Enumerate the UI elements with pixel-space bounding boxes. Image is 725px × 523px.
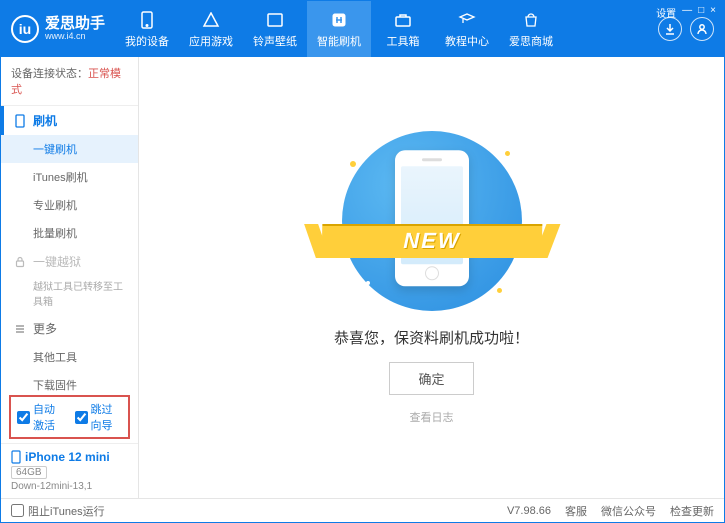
ribbon-text: NEW [403, 228, 461, 254]
nav-store[interactable]: 爱思商城 [499, 1, 563, 57]
store-icon [521, 10, 541, 30]
logo: iu 爱思助手 www.i4.cn [1, 15, 115, 43]
nav-flash[interactable]: 智能刷机 [307, 1, 371, 57]
download-button[interactable] [658, 17, 682, 41]
connection-status: 设备连接状态：正常模式 [1, 57, 138, 106]
settings-text[interactable]: 设置 [656, 5, 676, 20]
device-phone-icon [11, 450, 21, 464]
status-label: 设备连接状态： [11, 68, 88, 80]
sub-itunes-flash[interactable]: iTunes刷机 [1, 163, 138, 191]
sub-pro-flash[interactable]: 专业刷机 [1, 191, 138, 219]
phone-small-icon [13, 114, 27, 128]
app-name: 爱思助手 [45, 16, 105, 33]
close-icon[interactable]: × [710, 5, 716, 20]
tutorial-icon [457, 10, 477, 30]
nav-label: 应用游戏 [189, 33, 233, 49]
sub-other-tools[interactable]: 其他工具 [1, 343, 138, 371]
sub-batch-flash[interactable]: 批量刷机 [1, 219, 138, 247]
view-log-link[interactable]: 查看日志 [410, 409, 454, 425]
footer: 阻止iTunes运行 V7.98.66 客服 微信公众号 检查更新 [1, 498, 724, 522]
sidebar-menu: 刷机 一键刷机 iTunes刷机 专业刷机 批量刷机 一键越狱 越狱工具已转移至… [1, 106, 138, 391]
toolbox-icon [393, 10, 413, 30]
lock-icon [13, 255, 27, 269]
cb-block-itunes[interactable]: 阻止iTunes运行 [11, 503, 105, 519]
app-url: www.i4.cn [45, 32, 105, 42]
version-text: V7.98.66 [507, 505, 551, 517]
app-window: 设置 — □ × iu 爱思助手 www.i4.cn 我的设备 应用游戏 铃声壁… [0, 0, 725, 523]
cb-auto-activate-input[interactable] [17, 411, 30, 424]
group-more[interactable]: 更多 [1, 314, 138, 343]
window-controls: 设置 — □ × [656, 5, 716, 20]
cb-auto-activate[interactable]: 自动激活 [17, 401, 65, 433]
sub-oneclick-flash[interactable]: 一键刷机 [1, 135, 138, 163]
main-content: NEW 恭喜您，保资料刷机成功啦！ 确定 查看日志 [139, 57, 724, 498]
wallpaper-icon [265, 10, 285, 30]
wechat-link[interactable]: 微信公众号 [601, 503, 656, 519]
device-model: Down-12mini-13,1 [11, 481, 128, 492]
options-highlighted: 自动激活 跳过向导 [9, 395, 130, 439]
customer-service-link[interactable]: 客服 [565, 503, 587, 519]
flash-icon [329, 10, 349, 30]
cb-skip-guide-input[interactable] [75, 411, 88, 424]
nav-apps[interactable]: 应用游戏 [179, 1, 243, 57]
nav-label: 智能刷机 [317, 33, 361, 49]
nav-label: 工具箱 [387, 33, 420, 49]
ribbon-new: NEW [321, 224, 542, 258]
success-illustration: NEW [342, 131, 522, 311]
group-label: 一键越狱 [33, 253, 81, 270]
cb-skip-guide[interactable]: 跳过向导 [75, 401, 123, 433]
group-label: 更多 [33, 320, 57, 337]
sidebar: 设备连接状态：正常模式 刷机 一键刷机 iTunes刷机 专业刷机 批量刷机 一… [1, 57, 139, 498]
nav-my-device[interactable]: 我的设备 [115, 1, 179, 57]
nav-toolbox[interactable]: 工具箱 [371, 1, 435, 57]
logo-icon: iu [11, 15, 39, 43]
nav: 我的设备 应用游戏 铃声壁纸 智能刷机 工具箱 教程中心 [115, 1, 648, 57]
body: 设备连接状态：正常模式 刷机 一键刷机 iTunes刷机 专业刷机 批量刷机 一… [1, 57, 724, 498]
cb-label: 阻止iTunes运行 [28, 503, 105, 519]
nav-label: 铃声壁纸 [253, 33, 297, 49]
ok-button[interactable]: 确定 [389, 362, 473, 395]
device-info[interactable]: iPhone 12 mini 64GB Down-12mini-13,1 [1, 443, 138, 498]
jailbreak-note: 越狱工具已转移至工具箱 [1, 276, 138, 314]
success-message: 恭喜您，保资料刷机成功啦！ [334, 327, 529, 348]
nav-label: 教程中心 [445, 33, 489, 49]
minimize-icon[interactable]: — [682, 5, 692, 20]
device-name: iPhone 12 mini [11, 450, 128, 464]
apps-icon [201, 10, 221, 30]
list-icon [13, 322, 27, 336]
device-name-text: iPhone 12 mini [25, 450, 110, 464]
cb-block-itunes-input[interactable] [11, 504, 24, 517]
device-capacity: 64GB [11, 466, 47, 479]
check-update-link[interactable]: 检查更新 [670, 503, 714, 519]
group-label: 刷机 [33, 112, 57, 129]
group-jailbreak[interactable]: 一键越狱 [1, 247, 138, 276]
group-flash[interactable]: 刷机 [1, 106, 138, 135]
nav-label: 我的设备 [125, 33, 169, 49]
nav-label: 爱思商城 [509, 33, 553, 49]
user-button[interactable] [690, 17, 714, 41]
nav-tutorials[interactable]: 教程中心 [435, 1, 499, 57]
titlebar: iu 爱思助手 www.i4.cn 我的设备 应用游戏 铃声壁纸 智能刷机 [1, 1, 724, 57]
cb-label: 自动激活 [33, 401, 65, 433]
sub-download-firmware[interactable]: 下载固件 [1, 371, 138, 391]
cb-label: 跳过向导 [91, 401, 123, 433]
maximize-icon[interactable]: □ [698, 5, 704, 20]
nav-ringtones[interactable]: 铃声壁纸 [243, 1, 307, 57]
phone-icon [137, 10, 157, 30]
